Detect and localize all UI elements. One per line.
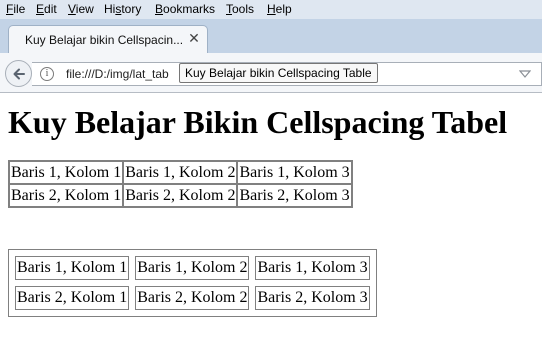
menu-help[interactable]: Help [267, 2, 292, 16]
menu-history[interactable]: History [104, 2, 141, 16]
table-cell: Baris 1, Kolom 1 [9, 161, 124, 184]
table-row: Baris 1, Kolom 1 Baris 1, Kolom 2 Baris … [9, 161, 352, 184]
tab-strip: Kuy Belajar bikin Cellspacin... ✕ [0, 19, 542, 53]
table-row: Baris 2, Kolom 1 Baris 2, Kolom 2 Baris … [9, 184, 352, 207]
url-text[interactable]: file:///D:/img/lat_tab [66, 67, 169, 81]
table-cell: Baris 2, Kolom 1 [9, 184, 124, 207]
table-cell: Baris 2, Kolom 1 [15, 286, 130, 310]
table-row: Baris 2, Kolom 1 Baris 2, Kolom 2 Baris … [15, 286, 370, 310]
page-heading: Kuy Belajar Bikin Cellspacing Tabel [8, 104, 508, 140]
table-with-cellspacing: Baris 1, Kolom 1 Baris 1, Kolom 2 Baris … [8, 249, 377, 317]
menu-bar: File Edit View History Bookmarks Tools H… [0, 0, 542, 19]
table-no-cellspacing: Baris 1, Kolom 1 Baris 1, Kolom 2 Baris … [8, 160, 353, 208]
back-arrow-icon [13, 68, 25, 80]
menu-file[interactable]: File [6, 2, 25, 16]
table-cell: Baris 2, Kolom 2 [135, 286, 250, 310]
tab-title: Kuy Belajar bikin Cellspacin... [25, 33, 184, 47]
menu-bookmarks[interactable]: Bookmarks [155, 2, 215, 16]
info-icon[interactable]: i [40, 67, 54, 81]
back-button[interactable] [5, 60, 32, 87]
table-cell: Baris 1, Kolom 2 [135, 256, 250, 280]
table-cell: Baris 1, Kolom 1 [15, 256, 130, 280]
close-icon[interactable]: ✕ [187, 30, 201, 46]
menu-view[interactable]: View [68, 2, 94, 16]
dropdown-arrow-icon[interactable] [519, 68, 531, 80]
menu-edit[interactable]: Edit [36, 2, 57, 16]
table-cell: Baris 1, Kolom 2 [123, 161, 238, 184]
tab-tooltip: Kuy Belajar bikin Cellspacing Table [179, 63, 378, 83]
table-cell: Baris 1, Kolom 3 [237, 161, 352, 184]
page-content: Kuy Belajar Bikin Cellspacing Tabel Bari… [0, 94, 542, 361]
table-cell: Baris 2, Kolom 2 [123, 184, 238, 207]
menu-tools[interactable]: Tools [226, 2, 254, 16]
table-cell: Baris 2, Kolom 3 [255, 286, 370, 310]
table-cell: Baris 2, Kolom 3 [237, 184, 352, 207]
table-cell: Baris 1, Kolom 3 [255, 256, 370, 280]
tab-active[interactable]: Kuy Belajar bikin Cellspacin... ✕ [8, 25, 208, 53]
table-row: Baris 1, Kolom 1 Baris 1, Kolom 2 Baris … [15, 256, 370, 280]
